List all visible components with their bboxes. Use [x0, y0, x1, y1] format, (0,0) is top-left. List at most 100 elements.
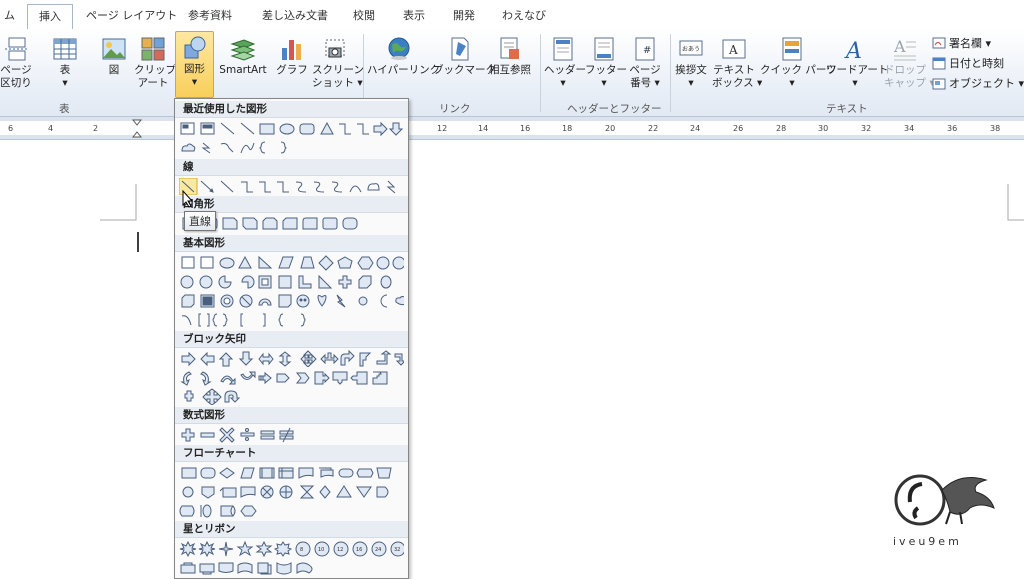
shapes-gallery: 最近使用した図形 線 四角形 基本図形 ブロック矢印 数式図形 フローチャート …: [174, 98, 409, 579]
group-label-table: 表: [59, 103, 70, 115]
ruler-number: 28: [776, 124, 787, 133]
tab-insert[interactable]: 挿入: [27, 4, 73, 30]
chart-button[interactable]: グラフ: [276, 36, 308, 77]
horizontal-ruler[interactable]: 6 4 2 12 14 16 18 20 22 24 26 28 30 32 3…: [0, 117, 1024, 140]
document-page[interactable]: [0, 140, 1024, 577]
page-margin-marks: [100, 184, 1024, 252]
clipart-icon: [141, 37, 165, 61]
footer-button[interactable]: フッター ▾: [585, 36, 627, 90]
ruler-number: 6: [8, 124, 14, 133]
ruler-number: 34: [904, 124, 915, 133]
ruler-number: 24: [690, 124, 701, 133]
group-label-link: リンク: [439, 103, 471, 115]
ruler-number: 2: [93, 124, 99, 133]
flowchart-row-3[interactable]: [179, 502, 404, 519]
quick-parts-icon: [782, 37, 802, 61]
shape-row: [179, 273, 404, 290]
basic-shapes-row-1[interactable]: [179, 254, 404, 271]
shape-row: [179, 502, 404, 519]
page-break-button[interactable]: ページ 区切り: [0, 36, 32, 90]
shape-row: [179, 559, 404, 576]
tab-mailings[interactable]: 差し込み文書: [262, 7, 328, 23]
shapes-button[interactable]: 図形 ▾: [175, 31, 214, 98]
shape-row: 8 10 12 16 24 32: [179, 540, 404, 557]
object-button[interactable]: オブジェクト ▾: [932, 75, 1024, 91]
stars-row-1[interactable]: 8 10 12 16 24 32: [179, 540, 404, 557]
basic-shapes-row-3[interactable]: [179, 292, 404, 309]
indent-marker-icon[interactable]: [132, 119, 142, 139]
clipart-button[interactable]: クリップ アート: [134, 36, 176, 90]
ruler-number: 36: [947, 124, 958, 133]
wordart-button[interactable]: A ワードアート ▾: [826, 36, 888, 90]
svg-text:12: 12: [337, 547, 343, 553]
textbox-icon: A: [722, 39, 746, 59]
ruler-number: 30: [818, 124, 829, 133]
block-arrows-row-2[interactable]: [179, 369, 404, 386]
basic-shapes-row-4[interactable]: [179, 311, 404, 328]
shape-row: [179, 254, 404, 271]
section-stars-ribbons: 星とリボン: [175, 521, 408, 538]
recent-shapes-row-2[interactable]: [179, 139, 404, 156]
greeting-button[interactable]: おあう 挨拶文 ▾: [673, 36, 709, 90]
ruler-number: 22: [648, 124, 659, 133]
shape-row: [179, 311, 404, 328]
line-shapes-row[interactable]: [179, 178, 404, 195]
tab-developer[interactable]: 開発: [453, 7, 475, 23]
stars-row-2[interactable]: [179, 559, 404, 576]
header-button[interactable]: ヘッダー ▾: [544, 36, 586, 90]
tab-review[interactable]: 校閲: [353, 7, 375, 23]
block-arrows-row-3[interactable]: [179, 388, 404, 405]
date-time-button[interactable]: 日付と時刻: [932, 55, 1004, 71]
quick-parts-button[interactable]: クイック パーツ ▾: [760, 36, 837, 90]
screenshot-icon: [325, 39, 345, 58]
tab-waenavi[interactable]: わえなび: [502, 7, 546, 23]
svg-text:おあう: おあう: [682, 46, 700, 53]
svg-text:A: A: [844, 39, 862, 62]
page-number-button[interactable]: # ページ 番号 ▾: [626, 36, 664, 90]
svg-text:32: 32: [394, 547, 400, 553]
hyperlink-button[interactable]: ハイパーリンク: [367, 36, 440, 77]
picture-icon: [102, 38, 126, 60]
flowchart-row-2[interactable]: [179, 483, 404, 500]
tab-view[interactable]: 表示: [403, 7, 425, 23]
section-flowchart: フローチャート: [175, 445, 408, 462]
smartart-button[interactable]: SmartArt: [215, 36, 271, 77]
tab-home[interactable]: ム: [4, 7, 15, 23]
header-icon: [553, 37, 573, 61]
ruler-number: 18: [562, 124, 573, 133]
shape-row: [179, 292, 404, 309]
bookmark-icon: [451, 37, 469, 61]
shapes-icon: [184, 36, 205, 59]
page-break-icon: [5, 37, 27, 61]
dropcap-button[interactable]: A ドロップ キャップ ▾: [884, 36, 935, 90]
shape-row: [179, 388, 404, 405]
ruler-number: 16: [520, 124, 531, 133]
ruler-number: 20: [605, 124, 616, 133]
basic-shapes-row-2[interactable]: [179, 273, 404, 290]
picture-button[interactable]: 図: [99, 36, 129, 77]
screenshot-button[interactable]: スクリーン ショット ▾: [312, 36, 364, 90]
block-arrows-row-1[interactable]: [179, 350, 404, 367]
signature-icon: [932, 37, 946, 49]
recent-shapes-row-1[interactable]: [179, 120, 404, 137]
shape-row: [179, 350, 404, 367]
ribbon-tab-bar: ム 挿入 ページ レイアウト 参考資料 差し込み文書 校閲 表示 開発 わえなび: [0, 0, 1024, 30]
textbox-button[interactable]: A テキスト ボックス ▾: [712, 36, 762, 90]
cross-reference-button[interactable]: 相互参照: [486, 36, 534, 77]
signature-line-button[interactable]: 署名欄 ▾: [932, 35, 991, 51]
table-button[interactable]: 表 ▾: [48, 36, 82, 90]
greeting-icon: おあう: [679, 40, 703, 56]
equation-shapes-row[interactable]: [179, 426, 404, 443]
shape-tooltip: 直線: [184, 211, 216, 231]
tab-page-layout[interactable]: ページ レイアウト: [86, 7, 177, 23]
flowchart-row-1[interactable]: [179, 464, 404, 481]
smartart-icon: [230, 39, 256, 61]
svg-text:10: 10: [318, 547, 324, 553]
bookmark-button[interactable]: ブックマーク: [433, 36, 496, 77]
svg-text:A: A: [728, 43, 738, 57]
globe-icon: [388, 37, 410, 60]
shape-row: [179, 139, 404, 156]
tab-references[interactable]: 参考資料: [188, 7, 232, 23]
object-icon: [932, 78, 946, 90]
dropcap-icon: A: [893, 37, 916, 61]
